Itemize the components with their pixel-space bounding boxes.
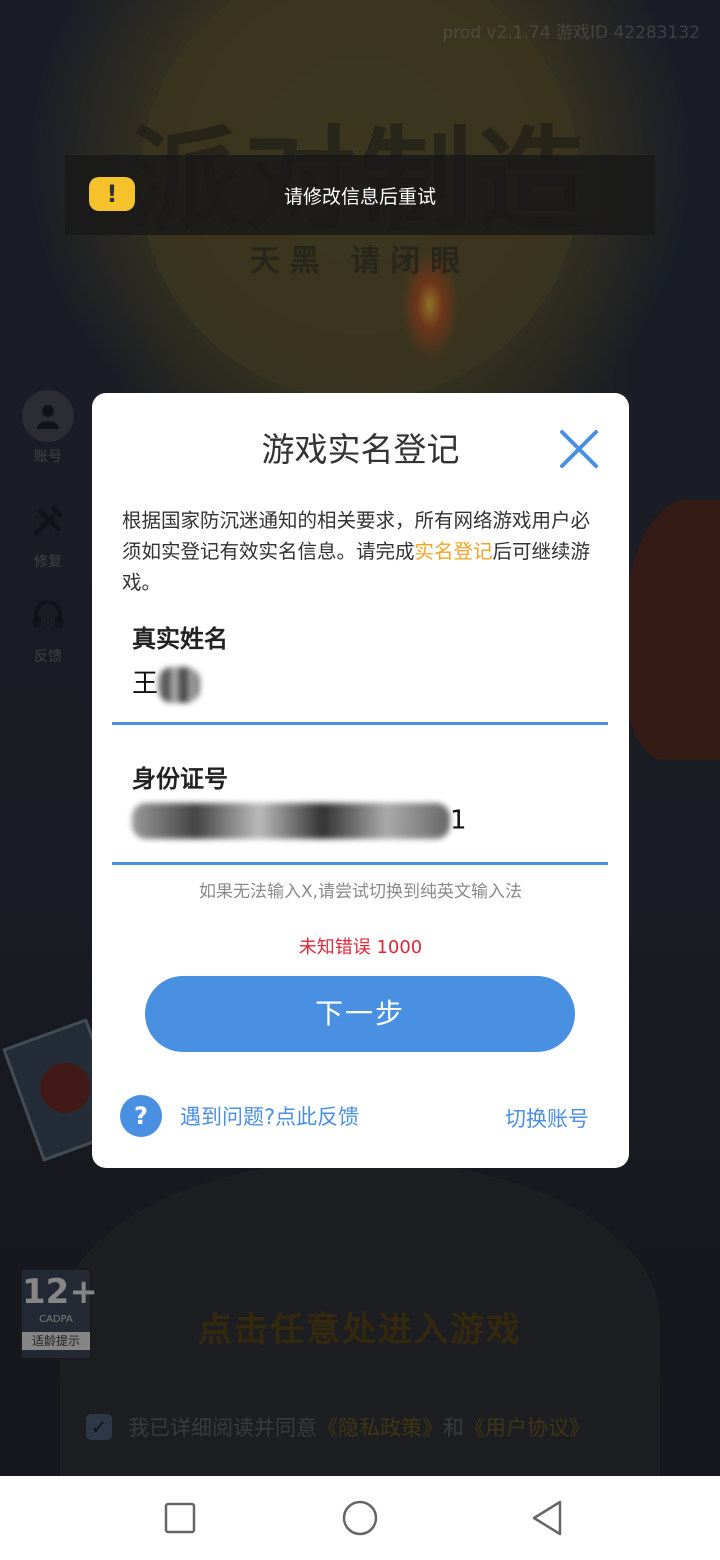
back-icon[interactable]: [528, 1498, 568, 1538]
input-hint: 如果无法输入X,请尝试切换到纯英文输入法: [198, 882, 523, 902]
real-name-label: 真实姓名: [132, 625, 228, 653]
next-step-button[interactable]: 下一步: [145, 976, 575, 1052]
warning-icon: !: [89, 177, 135, 211]
home-icon[interactable]: [340, 1498, 380, 1538]
feedback-link[interactable]: ? 遇到问题?点此反馈: [120, 1095, 359, 1137]
id-number-label: 身份证号: [132, 765, 228, 793]
real-name-visible-char: 王: [132, 669, 159, 699]
real-name-input[interactable]: 王: [132, 663, 201, 703]
id-number-visible-tail: 1: [450, 805, 467, 836]
close-icon[interactable]: [557, 427, 601, 471]
id-number-input[interactable]: 1: [132, 803, 467, 839]
question-icon: ?: [120, 1095, 162, 1137]
id-number-underline: [112, 862, 608, 865]
error-message: 未知错误 1000: [298, 937, 423, 958]
recents-icon[interactable]: [160, 1498, 200, 1538]
real-name-underline: [112, 722, 608, 725]
toast-message: ! 请修改信息后重试: [65, 155, 655, 235]
anti-addiction-notice: 根据国家防沉迷通知的相关要求，所有网络游戏用户必须如实登记有效实名信息。请完成实…: [122, 505, 602, 598]
switch-account-link[interactable]: 切换账号: [505, 1103, 589, 1133]
redacted-blur: [158, 666, 201, 703]
toast-text: 请修改信息后重试: [283, 185, 436, 208]
redacted-blur: [132, 803, 450, 839]
feedback-link-text: 遇到问题?点此反馈: [180, 1105, 360, 1129]
dialog-title: 游戏实名登记: [261, 430, 460, 469]
notice-highlight: 实名登记: [414, 540, 493, 563]
real-name-dialog: 游戏实名登记 根据国家防沉迷通知的相关要求，所有网络游戏用户必须如实登记有效实名…: [92, 393, 629, 1168]
system-nav-bar: [0, 1476, 720, 1560]
